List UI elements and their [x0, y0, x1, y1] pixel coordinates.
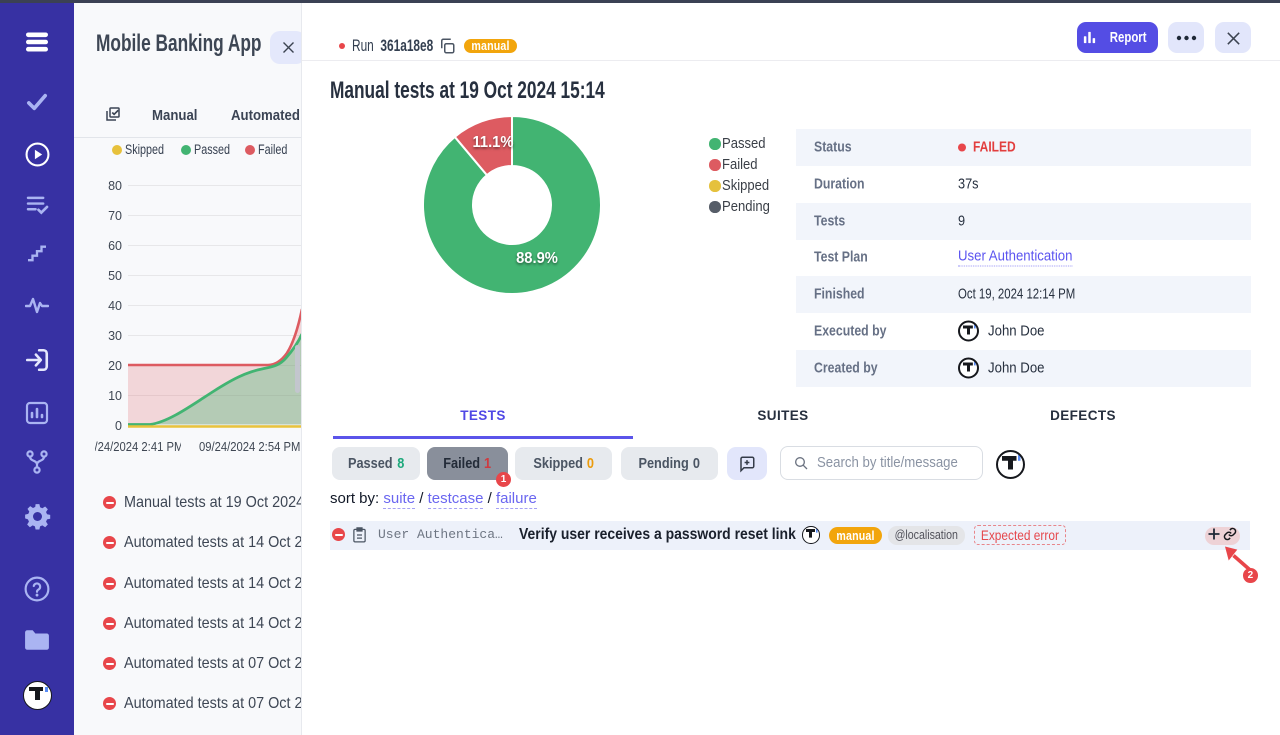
- svg-text:30: 30: [108, 329, 122, 343]
- svg-text:50: 50: [108, 269, 122, 283]
- svg-text:60: 60: [108, 239, 122, 253]
- svg-text:70: 70: [108, 209, 122, 223]
- svg-text:40: 40: [108, 299, 122, 313]
- svg-text:0: 0: [115, 419, 122, 433]
- svg-text:80: 80: [108, 179, 122, 193]
- svg-text:20: 20: [108, 359, 122, 373]
- svg-text:10: 10: [108, 389, 122, 403]
